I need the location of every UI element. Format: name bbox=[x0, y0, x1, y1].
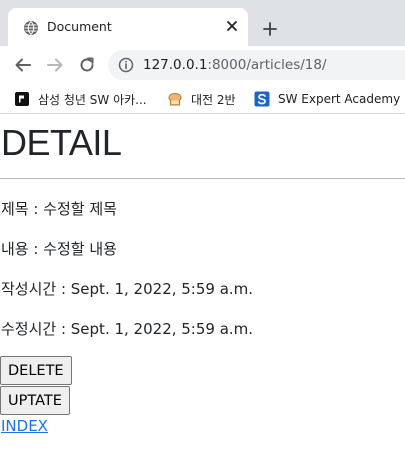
index-link[interactable]: INDEX bbox=[1, 417, 48, 435]
tab-title: Document bbox=[47, 19, 112, 34]
article-content: 내용 : 수정할 내용 bbox=[1, 240, 117, 258]
article-updated-at: 수정시간 : Sept. 1, 2022, 5:59 a.m. bbox=[1, 320, 254, 338]
tab-strip: Document bbox=[0, 0, 405, 46]
article-title: 제목 : 수정할 제목 bbox=[1, 200, 117, 218]
samsung-academy-icon bbox=[15, 92, 29, 106]
reload-icon[interactable] bbox=[78, 56, 96, 74]
close-icon[interactable] bbox=[224, 18, 240, 34]
url-path: :8000/articles/18/ bbox=[207, 57, 327, 73]
page-content: DETAIL 제목 : 수정할 제목 내용 : 수정할 내용 작성시간 : Se… bbox=[0, 115, 405, 460]
swea-icon bbox=[254, 91, 270, 107]
article-created-at: 작성시간 : Sept. 1, 2022, 5:59 a.m. bbox=[1, 280, 254, 298]
bookmarks-bar: 삼성 청년 SW 아카... 대전 2반 SW Expert Academy bbox=[0, 84, 405, 114]
bread-icon bbox=[168, 92, 182, 106]
bookmark-label: 삼성 청년 SW 아카... bbox=[38, 92, 147, 107]
bookmark-sw-expert-academy[interactable]: SW Expert Academy bbox=[254, 89, 400, 109]
bookmark-daejeon-2[interactable]: 대전 2반 bbox=[167, 89, 236, 109]
update-button[interactable]: UPTATE bbox=[0, 386, 70, 415]
plus-icon[interactable] bbox=[262, 21, 278, 37]
delete-button[interactable]: DELETE bbox=[0, 356, 72, 385]
bookmark-samsung-academy[interactable]: 삼성 청년 SW 아카... bbox=[14, 89, 147, 109]
bookmark-label: 대전 2반 bbox=[191, 92, 236, 107]
divider bbox=[0, 178, 405, 179]
url-host: 127.0.0.1 bbox=[143, 57, 208, 73]
browser-tab[interactable]: Document bbox=[8, 8, 248, 46]
page-title: DETAIL bbox=[1, 122, 122, 163]
bookmark-label: SW Expert Academy bbox=[278, 92, 401, 106]
address-bar[interactable]: 127.0.0.1:8000/articles/18/ bbox=[108, 50, 405, 80]
back-arrow-icon[interactable] bbox=[14, 56, 32, 74]
info-icon[interactable] bbox=[118, 57, 134, 73]
url-text[interactable]: 127.0.0.1:8000/articles/18/ bbox=[143, 57, 327, 73]
browser-toolbar: 127.0.0.1:8000/articles/18/ bbox=[0, 46, 405, 84]
globe-icon bbox=[24, 21, 38, 35]
forward-arrow-icon[interactable] bbox=[46, 56, 64, 74]
